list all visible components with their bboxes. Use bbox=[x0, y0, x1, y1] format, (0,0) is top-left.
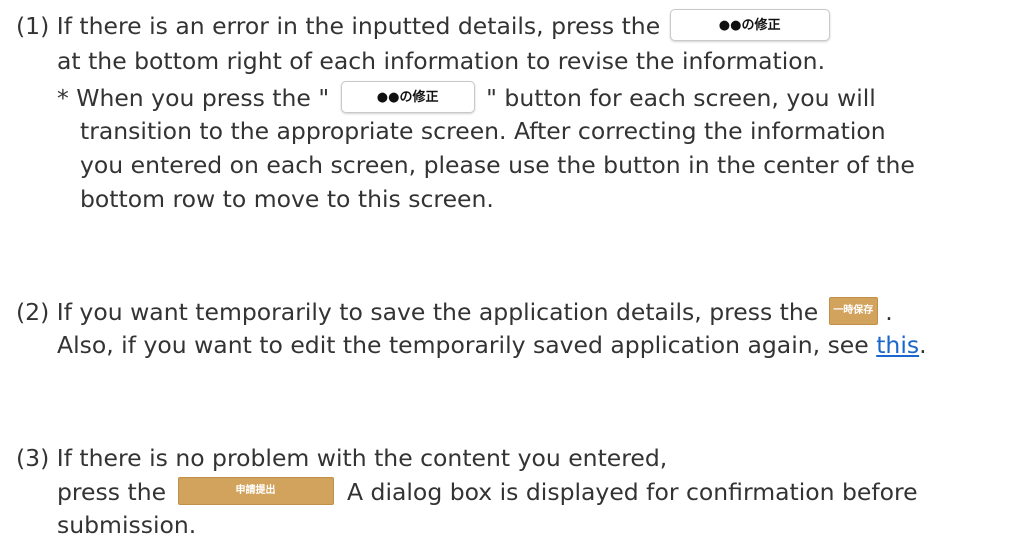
section1-line1: (1) If there is an error in the inputted… bbox=[16, 8, 830, 44]
revise-button-example[interactable]: ●●の修正 bbox=[669, 8, 830, 41]
section1-line2: at the bottom right of each information … bbox=[57, 47, 826, 75]
revise-button-inline-example[interactable]: ●●の修正 bbox=[340, 80, 475, 113]
section3-line1: (3) If there is no problem with the cont… bbox=[16, 444, 668, 472]
section2-line1-post: . bbox=[885, 298, 893, 326]
section1-line4: transition to the appropriate screen. Af… bbox=[80, 117, 886, 145]
submit-application-button-example[interactable]: 申請提出 bbox=[177, 476, 334, 505]
section1-line1-text: (1) If there is an error in the inputted… bbox=[16, 12, 661, 40]
section3-line2: press the 申請提出 A dialog box is displayed… bbox=[57, 476, 918, 508]
section2-line1-text: (2) If you want temporarily to save the … bbox=[16, 298, 819, 326]
section1-line6: bottom row to move to this screen. bbox=[80, 185, 494, 213]
section3-line2-pre: press the bbox=[57, 478, 167, 506]
section2-line2-text: Also, if you want to edit the temporaril… bbox=[57, 331, 869, 359]
section1-line5: you entered on each screen, please use t… bbox=[80, 151, 915, 179]
section3-line2-post: A dialog box is displayed for confirmati… bbox=[347, 478, 918, 506]
section2-line2: Also, if you want to edit the temporaril… bbox=[57, 330, 927, 360]
temp-save-button-example[interactable]: 一時保存 bbox=[828, 296, 878, 325]
section2-line1: (2) If you want temporarily to save the … bbox=[16, 296, 893, 328]
section1-line3-post: " button for each screen, you will bbox=[486, 84, 876, 112]
section2-line2-post: . bbox=[919, 331, 927, 359]
section1-line3: * When you press the " ●●の修正 " button fo… bbox=[57, 80, 876, 116]
section1-line3-pre: * When you press the " bbox=[57, 84, 330, 112]
section3-line3: submission. bbox=[57, 511, 197, 539]
saved-application-link[interactable]: this bbox=[876, 331, 919, 359]
